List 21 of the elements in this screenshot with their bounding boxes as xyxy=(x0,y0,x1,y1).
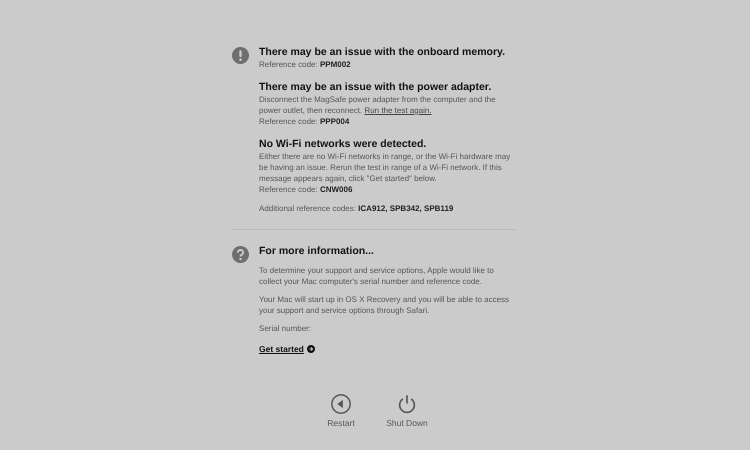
info-paragraph: Your Mac will start up in OS X Recovery and you will be able to access your support and service options through Safari. xyxy=(259,294,510,316)
info-paragraph: To determine your support and service options, Apple would like to collect your Mac computer's serial number and reference code. xyxy=(259,265,495,287)
arrow-icon xyxy=(306,345,315,353)
issue-title: There may be an issue with the onboard memory. xyxy=(259,45,506,59)
reference-code: Reference code: PPP004 xyxy=(259,116,350,127)
power-icon xyxy=(396,393,418,415)
alert-icon xyxy=(232,47,249,64)
restart-button[interactable]: Restart xyxy=(319,393,363,428)
serial-label: Serial number: xyxy=(259,323,312,334)
get-started-link[interactable]: Get started xyxy=(259,344,315,354)
info-title: For more information... xyxy=(259,244,375,258)
run-test-link[interactable]: Run the test again. xyxy=(364,106,432,115)
issue-description: Either there are no Wi-Fi networks in range, or the Wi-Fi hardware may be having an issue. Rerun the test in range of a Wi-Fi network. If this message appears again, click "Get started" below. xyxy=(259,151,512,184)
shut-down-button[interactable]: Shut Down xyxy=(385,393,429,428)
issue-title: No Wi-Fi networks were detected. xyxy=(259,137,428,151)
additional-codes: Additional reference codes: ICA912, SPB342, SPB119 xyxy=(259,203,454,214)
reference-code: Reference code: CNW006 xyxy=(259,184,354,195)
help-icon xyxy=(232,246,249,263)
issue-description: Disconnect the MagSafe power adapter from the computer and the power outlet, then reconnect. Run the test again. xyxy=(259,94,497,116)
reference-code: Reference code: PPM002 xyxy=(259,59,352,70)
issue-title: There may be an issue with the power adapter. xyxy=(259,80,492,94)
